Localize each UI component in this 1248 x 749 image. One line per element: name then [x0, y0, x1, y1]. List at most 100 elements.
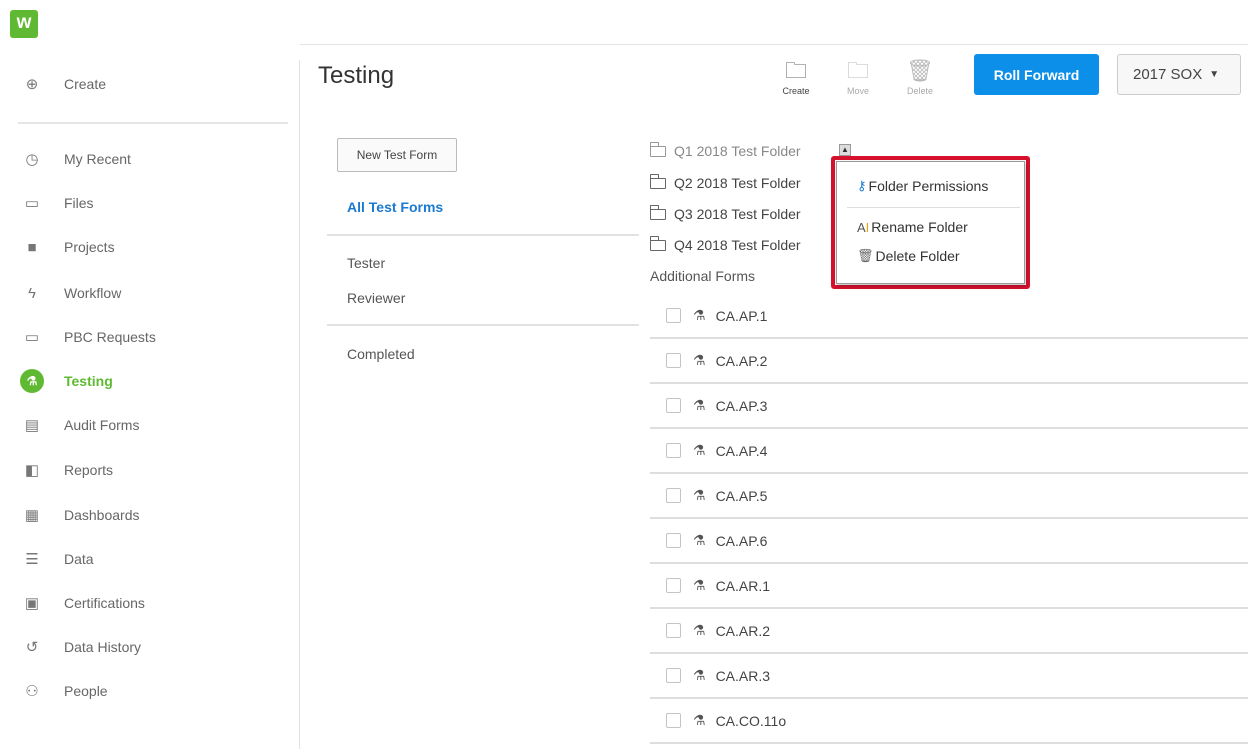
row-checkbox[interactable]: [666, 578, 681, 593]
filter-completed[interactable]: Completed: [347, 346, 415, 362]
folder-menu-toggle[interactable]: ▲: [839, 144, 851, 156]
form-row[interactable]: ⚗ CA.AP.6: [650, 519, 1248, 564]
form-row[interactable]: ⚗ CA.AP.1: [650, 294, 1248, 339]
form-name: CA.AP.6: [715, 532, 768, 549]
folder-icon: [650, 204, 666, 220]
form-row[interactable]: ⚗ CA.AP.3: [650, 384, 1248, 429]
flask-icon: ⚗: [693, 352, 706, 368]
filter-divider: [327, 324, 639, 326]
sidebar-item-my-recent[interactable]: ◷ My Recent: [20, 145, 130, 173]
form-row[interactable]: ⚗ CA.AP.4: [650, 429, 1248, 474]
menu-separator: [847, 207, 1020, 208]
year-select[interactable]: 2017 SOX ▼: [1117, 54, 1241, 95]
filter-divider: [327, 234, 639, 236]
sidebar-item-audit-forms[interactable]: ▤ Audit Forms: [20, 411, 140, 439]
sidebar-item-data[interactable]: ☰ Data: [20, 545, 93, 573]
sidebar-item-people[interactable]: ⚇ People: [20, 677, 108, 705]
row-checkbox[interactable]: [666, 488, 681, 503]
sidebar-item-label: Create: [64, 76, 107, 92]
filter-tester[interactable]: Tester: [347, 255, 385, 271]
sidebar-item-create[interactable]: ⊕ Create: [20, 70, 106, 98]
sidebar-item-label: Workflow: [64, 285, 122, 301]
create-tool-button[interactable]: 🗀 Create: [773, 56, 819, 96]
dashboard-icon: ▦: [24, 507, 40, 524]
new-test-form-button[interactable]: New Test Form: [337, 138, 457, 172]
trash-icon: 🗑: [906, 58, 934, 83]
flask-icon: ⚗: [693, 487, 706, 503]
sidebar-item-pbc-requests[interactable]: ▭ PBC Requests: [20, 323, 156, 351]
form-name: CA.AP.2: [715, 352, 768, 369]
form-name: CA.AR.2: [715, 622, 771, 639]
additional-forms-heading: Additional Forms: [650, 268, 756, 284]
row-checkbox[interactable]: [666, 398, 681, 413]
sidebar-item-workflow[interactable]: ϟ Workflow: [20, 279, 121, 307]
menu-item-label: Rename Folder: [871, 219, 968, 235]
delete-tool-button[interactable]: 🗑 Delete: [897, 56, 943, 96]
sidebar-item-data-history[interactable]: ↺ Data History: [20, 633, 141, 661]
sidebar-item-label: Certifications: [64, 595, 145, 611]
flask-icon: ⚗: [693, 622, 706, 638]
form-row[interactable]: ⚗ CA.AR.2: [650, 609, 1248, 654]
move-tool-button[interactable]: 🗀 Move: [835, 56, 881, 96]
delete-tool-label: Delete: [906, 86, 933, 96]
sidebar-item-label: Files: [64, 195, 94, 211]
sidebar-item-label: Testing: [64, 373, 113, 389]
header-divider: [300, 44, 1248, 45]
folder-name: Q2 2018 Test Folder: [674, 175, 801, 191]
menu-item-label: Delete Folder: [875, 248, 960, 264]
sidebar-item-dashboards[interactable]: ▦ Dashboards: [20, 501, 140, 529]
sidebar-item-label: PBC Requests: [64, 329, 156, 345]
roll-forward-button[interactable]: Roll Forward: [974, 54, 1099, 95]
history-icon: ↺: [25, 639, 39, 656]
form-row[interactable]: ⚗ CA.AP.2: [650, 339, 1248, 384]
folder-name: Q1 2018 Test Folder: [674, 143, 801, 159]
row-checkbox[interactable]: [666, 308, 681, 323]
row-checkbox[interactable]: [666, 668, 681, 683]
sidebar: ⊕ Create ◷ My Recent ▭ Files ■ Projects …: [0, 60, 300, 749]
filter-reviewer[interactable]: Reviewer: [347, 290, 405, 306]
form-row[interactable]: ⚗ CA.CO.11o: [650, 699, 1248, 744]
flask-icon: ⚗: [693, 307, 706, 323]
flask-icon: ⚗: [693, 532, 706, 548]
flask-icon: ⚗: [693, 397, 706, 413]
folder-row-q4[interactable]: Q4 2018 Test Folder: [650, 235, 801, 255]
folder-row-q1[interactable]: Q1 2018 Test Folder: [650, 141, 801, 161]
form-row[interactable]: ⚗ CA.AR.1: [650, 564, 1248, 609]
row-checkbox[interactable]: [666, 533, 681, 548]
sidebar-item-reports[interactable]: ◧ Reports: [20, 456, 113, 484]
sidebar-item-label: Projects: [64, 239, 115, 255]
sidebar-item-projects[interactable]: ■ Projects: [20, 233, 115, 261]
row-checkbox[interactable]: [666, 623, 681, 638]
form-row[interactable]: ⚗ CA.AP.5: [650, 474, 1248, 519]
folder-icon: [650, 141, 666, 157]
menu-item-rename-folder[interactable]: AI Rename Folder: [837, 215, 1024, 239]
sidebar-item-label: Dashboards: [64, 507, 140, 523]
filter-all-test-forms[interactable]: All Test Forms: [347, 199, 443, 215]
folder-move-icon: 🗀: [846, 58, 869, 83]
sidebar-item-label: People: [64, 683, 108, 699]
folder-plus-icon: 🗀: [784, 58, 807, 83]
sidebar-item-files[interactable]: ▭ Files: [20, 189, 94, 217]
sidebar-item-certifications[interactable]: ▣ Certifications: [20, 589, 145, 617]
database-icon: ☰: [25, 551, 39, 568]
key-icon: ⚷: [857, 178, 867, 193]
clock-icon: ◷: [25, 151, 39, 168]
folder-request-icon: ▭: [24, 329, 40, 346]
sidebar-item-label: Audit Forms: [64, 417, 140, 433]
row-checkbox[interactable]: [666, 713, 681, 728]
sidebar-divider: [18, 122, 288, 124]
folder-row-q2[interactable]: Q2 2018 Test Folder: [650, 173, 801, 193]
form-row[interactable]: ⚗ CA.AR.3: [650, 654, 1248, 699]
folder-icon: [650, 173, 666, 189]
workiva-logo[interactable]: w: [10, 10, 38, 38]
folder-row-q3[interactable]: Q3 2018 Test Folder: [650, 204, 801, 224]
sidebar-item-testing[interactable]: ⚗ Testing: [20, 367, 113, 395]
row-checkbox[interactable]: [666, 443, 681, 458]
row-checkbox[interactable]: [666, 353, 681, 368]
menu-item-folder-permissions[interactable]: ⚷ Folder Permissions: [837, 174, 1024, 198]
sidebar-item-label: Data History: [64, 639, 142, 655]
page-title: Testing: [318, 62, 395, 89]
form-name: CA.AP.3: [715, 397, 768, 414]
menu-item-delete-folder[interactable]: 🗑 Delete Folder: [837, 244, 1024, 268]
report-icon: ◧: [24, 462, 40, 479]
